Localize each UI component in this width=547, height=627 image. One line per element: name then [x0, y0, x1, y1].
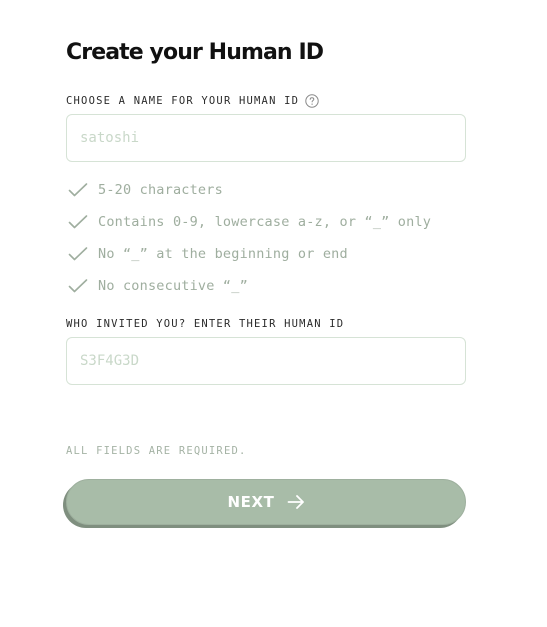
rule-item: No “_” at the beginning or end — [66, 238, 466, 270]
check-icon — [68, 214, 90, 230]
name-field-label-text: CHOOSE A NAME FOR YOUR HUMAN ID — [66, 95, 300, 107]
next-button[interactable]: NEXT — [66, 479, 466, 525]
human-id-name-input[interactable] — [80, 130, 452, 146]
rule-text: Contains 0-9, lowercase a-z, or “_” only — [98, 214, 432, 230]
arrow-right-icon — [287, 494, 305, 510]
rule-item: 5-20 characters — [66, 174, 466, 206]
invite-input-wrapper — [66, 337, 466, 385]
next-button-label: NEXT — [227, 493, 275, 511]
invite-field-label-text: WHO INVITED YOU? ENTER THEIR HUMAN ID — [66, 318, 345, 330]
question-circle-icon[interactable] — [305, 94, 319, 108]
name-field-label: CHOOSE A NAME FOR YOUR HUMAN ID — [66, 93, 466, 109]
rule-text: 5-20 characters — [98, 182, 223, 198]
page-title: Create your Human ID — [66, 40, 324, 65]
rule-item: Contains 0-9, lowercase a-z, or “_” only — [66, 206, 466, 238]
rule-item: No consecutive “_” — [66, 270, 466, 302]
check-icon — [68, 182, 90, 198]
required-fields-note: ALL FIELDS ARE REQUIRED. — [66, 445, 247, 457]
inviter-human-id-input[interactable] — [80, 353, 452, 369]
signup-form: Create your Human ID CHOOSE A NAME FOR Y… — [66, 38, 466, 525]
check-icon — [68, 278, 90, 294]
rule-text: No “_” at the beginning or end — [98, 246, 348, 262]
name-input-wrapper — [66, 114, 466, 162]
check-icon — [68, 246, 90, 262]
rule-text: No consecutive “_” — [98, 278, 248, 294]
name-rules-list: 5-20 characters Contains 0-9, lowercase … — [66, 174, 466, 302]
invite-field-label: WHO INVITED YOU? ENTER THEIR HUMAN ID — [66, 316, 466, 332]
